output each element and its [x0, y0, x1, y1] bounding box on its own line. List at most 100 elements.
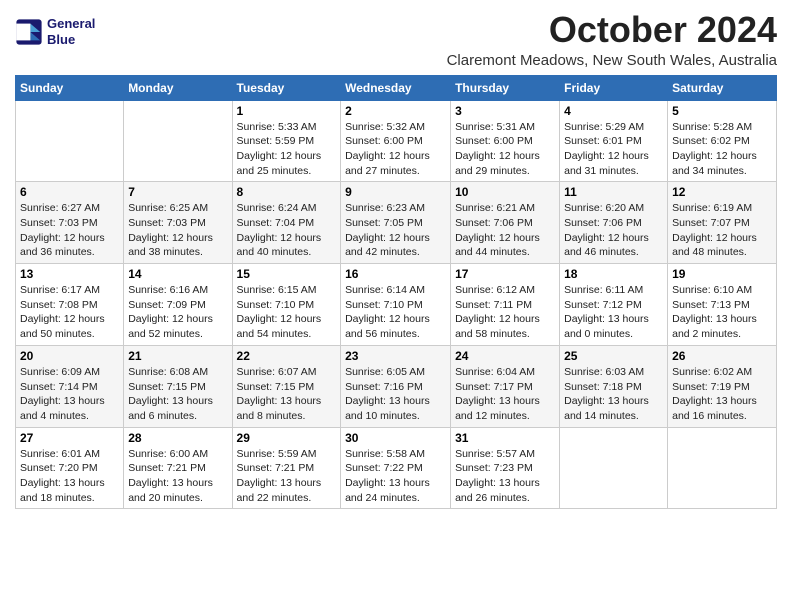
day-number: 27: [20, 431, 119, 445]
day-info: Sunrise: 6:27 AM Sunset: 7:03 PM Dayligh…: [20, 201, 119, 260]
day-number: 6: [20, 185, 119, 199]
calendar-cell: 17Sunrise: 6:12 AM Sunset: 7:11 PM Dayli…: [451, 264, 560, 346]
calendar-header: SundayMondayTuesdayWednesdayThursdayFrid…: [16, 75, 777, 100]
calendar-cell: [16, 100, 124, 182]
day-info: Sunrise: 6:04 AM Sunset: 7:17 PM Dayligh…: [455, 365, 555, 424]
logo-line2: Blue: [47, 32, 75, 47]
day-number: 29: [237, 431, 337, 445]
calendar-cell: 31 Sunrise: 5:57 AM Sunset: 7:23 PM Dayli…: [451, 427, 560, 509]
calendar-cell: [124, 100, 232, 182]
calendar-cell: 4Sunrise: 5:29 AM Sunset: 6:01 PM Daylig…: [560, 100, 668, 182]
day-info: Sunrise: 6:25 AM Sunset: 7:03 PM Dayligh…: [128, 201, 227, 260]
day-number: 20: [20, 349, 119, 363]
main-title: October 2024: [447, 10, 777, 50]
header-day-saturday: Saturday: [668, 75, 777, 100]
day-info: Sunrise: 6:10 AM Sunset: 7:13 PM Dayligh…: [672, 283, 772, 342]
day-info: Sunrise: 6:01 AM Sunset: 7:20 PM Dayligh…: [20, 447, 119, 506]
day-number: 4: [564, 104, 663, 118]
day-number: 1: [237, 104, 337, 118]
day-info: Sunrise: 6:00 AM Sunset: 7:21 PM Dayligh…: [128, 447, 227, 506]
calendar-cell: 23Sunrise: 6:05 AM Sunset: 7:16 PM Dayli…: [341, 345, 451, 427]
logo-line1: General: [47, 16, 95, 31]
logo-icon: [15, 18, 43, 46]
day-number: 12: [672, 185, 772, 199]
day-number: 10: [455, 185, 555, 199]
calendar-cell: [560, 427, 668, 509]
calendar-table: SundayMondayTuesdayWednesdayThursdayFrid…: [15, 75, 777, 510]
header-day-friday: Friday: [560, 75, 668, 100]
day-number: 17: [455, 267, 555, 281]
calendar-body: 1 Sunrise: 5:33 AM Sunset: 5:59 PM Daylig…: [16, 100, 777, 509]
day-number: 30: [345, 431, 446, 445]
day-number: 26: [672, 349, 772, 363]
calendar-cell: 28Sunrise: 6:00 AM Sunset: 7:21 PM Dayli…: [124, 427, 232, 509]
header-day-thursday: Thursday: [451, 75, 560, 100]
day-info: Sunrise: 6:11 AM Sunset: 7:12 PM Dayligh…: [564, 283, 663, 342]
calendar-cell: 11 Sunrise: 6:20 AM Sunset: 7:06 PM Dayli…: [560, 182, 668, 264]
calendar-cell: 13Sunrise: 6:17 AM Sunset: 7:08 PM Dayli…: [16, 264, 124, 346]
calendar-cell: 22Sunrise: 6:07 AM Sunset: 7:15 PM Dayli…: [232, 345, 341, 427]
day-info: Sunrise: 5:32 AM Sunset: 6:00 PM Dayligh…: [345, 120, 446, 179]
day-info: Sunrise: 6:14 AM Sunset: 7:10 PM Dayligh…: [345, 283, 446, 342]
day-number: 11: [564, 185, 663, 199]
calendar-cell: 27 Sunrise: 6:01 AM Sunset: 7:20 PM Dayli…: [16, 427, 124, 509]
day-number: 24: [455, 349, 555, 363]
calendar-cell: 16 Sunrise: 6:14 AM Sunset: 7:10 PM Dayli…: [341, 264, 451, 346]
day-number: 15: [237, 267, 337, 281]
day-number: 22: [237, 349, 337, 363]
calendar-cell: 5 Sunrise: 5:28 AM Sunset: 6:02 PM Daylig…: [668, 100, 777, 182]
day-number: 16: [345, 267, 446, 281]
day-number: 7: [128, 185, 227, 199]
page-header: General Blue October 2024 Claremont Mead…: [15, 10, 777, 69]
day-info: Sunrise: 5:33 AM Sunset: 5:59 PM Dayligh…: [237, 120, 337, 179]
day-info: Sunrise: 6:02 AM Sunset: 7:19 PM Dayligh…: [672, 365, 772, 424]
calendar-cell: 9Sunrise: 6:23 AM Sunset: 7:05 PM Daylig…: [341, 182, 451, 264]
subtitle: Claremont Meadows, New South Wales, Aust…: [447, 52, 777, 69]
day-info: Sunrise: 5:31 AM Sunset: 6:00 PM Dayligh…: [455, 120, 555, 179]
day-number: 23: [345, 349, 446, 363]
day-number: 8: [237, 185, 337, 199]
day-info: Sunrise: 6:19 AM Sunset: 7:07 PM Dayligh…: [672, 201, 772, 260]
day-number: 5: [672, 104, 772, 118]
day-info: Sunrise: 6:09 AM Sunset: 7:14 PM Dayligh…: [20, 365, 119, 424]
day-info: Sunrise: 5:59 AM Sunset: 7:21 PM Dayligh…: [237, 447, 337, 506]
day-info: Sunrise: 6:20 AM Sunset: 7:06 PM Dayligh…: [564, 201, 663, 260]
calendar-cell: 20 Sunrise: 6:09 AM Sunset: 7:14 PM Dayli…: [16, 345, 124, 427]
calendar-cell: 12 Sunrise: 6:19 AM Sunset: 7:07 PM Dayli…: [668, 182, 777, 264]
day-number: 18: [564, 267, 663, 281]
header-day-wednesday: Wednesday: [341, 75, 451, 100]
calendar-cell: 26 Sunrise: 6:02 AM Sunset: 7:19 PM Dayli…: [668, 345, 777, 427]
week-row-2: 6 Sunrise: 6:27 AM Sunset: 7:03 PM Daylig…: [16, 182, 777, 264]
calendar-cell: 29 Sunrise: 5:59 AM Sunset: 7:21 PM Dayli…: [232, 427, 341, 509]
calendar-cell: 30 Sunrise: 5:58 AM Sunset: 7:22 PM Dayli…: [341, 427, 451, 509]
week-row-3: 13Sunrise: 6:17 AM Sunset: 7:08 PM Dayli…: [16, 264, 777, 346]
day-info: Sunrise: 6:21 AM Sunset: 7:06 PM Dayligh…: [455, 201, 555, 260]
day-info: Sunrise: 5:57 AM Sunset: 7:23 PM Dayligh…: [455, 447, 555, 506]
week-row-4: 20 Sunrise: 6:09 AM Sunset: 7:14 PM Dayli…: [16, 345, 777, 427]
day-info: Sunrise: 6:23 AM Sunset: 7:05 PM Dayligh…: [345, 201, 446, 260]
calendar-cell: 7 Sunrise: 6:25 AM Sunset: 7:03 PM Daylig…: [124, 182, 232, 264]
day-info: Sunrise: 5:58 AM Sunset: 7:22 PM Dayligh…: [345, 447, 446, 506]
day-number: 2: [345, 104, 446, 118]
header-row: SundayMondayTuesdayWednesdayThursdayFrid…: [16, 75, 777, 100]
logo-text: General Blue: [47, 16, 95, 47]
day-info: Sunrise: 5:28 AM Sunset: 6:02 PM Dayligh…: [672, 120, 772, 179]
header-day-tuesday: Tuesday: [232, 75, 341, 100]
calendar-cell: 3 Sunrise: 5:31 AM Sunset: 6:00 PM Daylig…: [451, 100, 560, 182]
day-number: 19: [672, 267, 772, 281]
calendar-cell: 1 Sunrise: 5:33 AM Sunset: 5:59 PM Daylig…: [232, 100, 341, 182]
week-row-5: 27 Sunrise: 6:01 AM Sunset: 7:20 PM Dayli…: [16, 427, 777, 509]
calendar-cell: 10 Sunrise: 6:21 AM Sunset: 7:06 PM Dayli…: [451, 182, 560, 264]
calendar-cell: 14Sunrise: 6:16 AM Sunset: 7:09 PM Dayli…: [124, 264, 232, 346]
calendar-cell: 21Sunrise: 6:08 AM Sunset: 7:15 PM Dayli…: [124, 345, 232, 427]
logo: General Blue: [15, 16, 95, 47]
day-number: 21: [128, 349, 227, 363]
day-number: 3: [455, 104, 555, 118]
day-info: Sunrise: 6:16 AM Sunset: 7:09 PM Dayligh…: [128, 283, 227, 342]
calendar-cell: 25Sunrise: 6:03 AM Sunset: 7:18 PM Dayli…: [560, 345, 668, 427]
day-info: Sunrise: 6:24 AM Sunset: 7:04 PM Dayligh…: [237, 201, 337, 260]
calendar-cell: 19 Sunrise: 6:10 AM Sunset: 7:13 PM Dayli…: [668, 264, 777, 346]
header-day-monday: Monday: [124, 75, 232, 100]
day-info: Sunrise: 6:03 AM Sunset: 7:18 PM Dayligh…: [564, 365, 663, 424]
day-number: 31: [455, 431, 555, 445]
